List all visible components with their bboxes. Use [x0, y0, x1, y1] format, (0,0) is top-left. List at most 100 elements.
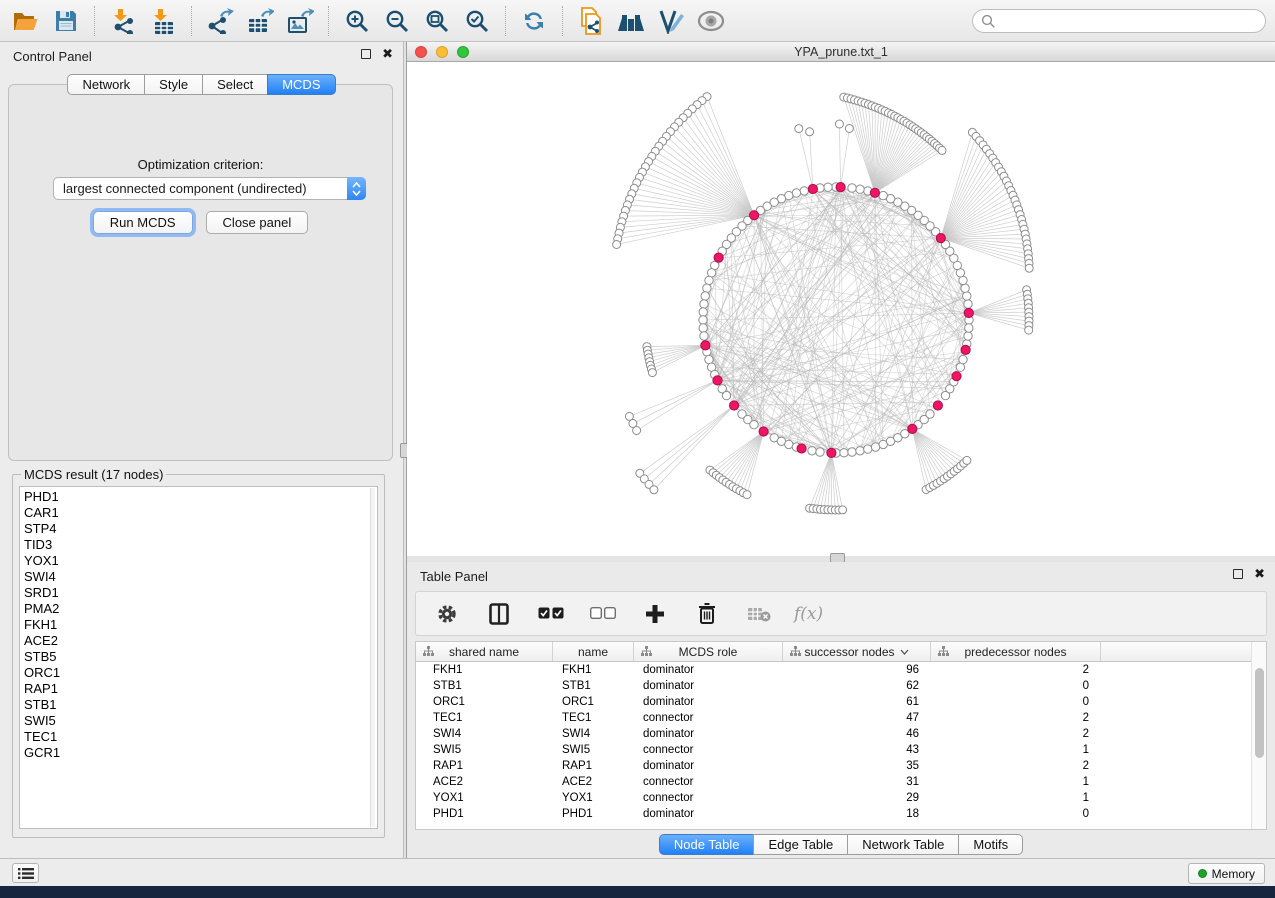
import-network-button[interactable] — [105, 4, 141, 38]
close-panel-icon[interactable]: ✖ — [382, 49, 393, 59]
close-panel-icon[interactable]: ✖ — [1254, 569, 1265, 579]
table-scrollbar[interactable] — [1251, 642, 1266, 829]
tab-style[interactable]: Style — [144, 74, 203, 95]
table-cell: FKH1 — [553, 664, 634, 676]
mcds-result-item[interactable]: SRD1 — [24, 585, 377, 601]
mcds-result-item[interactable]: STP4 — [24, 521, 377, 537]
scrollbar-thumb[interactable] — [1255, 668, 1264, 758]
column-header-predecessor-nodes[interactable]: predecessor nodes — [931, 642, 1101, 661]
close-panel-button[interactable]: Close panel — [206, 211, 309, 234]
table-row[interactable]: PHD1PHD1dominator180 — [416, 806, 1266, 822]
tab-network[interactable]: Network — [67, 74, 145, 95]
search-input[interactable] — [996, 14, 1257, 28]
export-image-button[interactable] — [282, 4, 318, 38]
mcds-result-item[interactable]: SWI4 — [24, 569, 377, 585]
mcds-result-item[interactable]: ACE2 — [24, 633, 377, 649]
mcds-result-item[interactable]: TEC1 — [24, 729, 377, 745]
zoom-fit-button[interactable] — [419, 4, 455, 38]
mcds-result-item[interactable]: PHD1 — [24, 489, 377, 505]
function-builder-icon[interactable]: f(x) — [794, 604, 823, 624]
run-mcds-button[interactable]: Run MCDS — [93, 211, 193, 234]
vizmapper-button[interactable] — [653, 4, 689, 38]
zoom-selected-button[interactable] — [459, 4, 495, 38]
table-panel: Table Panel ✖ — [407, 562, 1275, 858]
table-row[interactable]: FKH1FKH1dominator962 — [416, 662, 1266, 678]
table-cell: 31 — [783, 776, 931, 788]
list-icon — [18, 868, 34, 879]
control-panel-title: Control Panel — [0, 49, 92, 64]
tab-motifs[interactable]: Motifs — [958, 834, 1023, 855]
table-row[interactable]: TEC1TEC1connector472 — [416, 710, 1266, 726]
table-row[interactable]: ACE2ACE2connector311 — [416, 774, 1266, 790]
tab-edge-table[interactable]: Edge Table — [753, 834, 848, 855]
destroy-table-button[interactable] — [744, 597, 774, 631]
open-folder-icon — [12, 9, 40, 33]
table-cell: SWI5 — [553, 744, 634, 756]
result-scrollbar[interactable] — [370, 488, 375, 827]
column-header-MCDS-role[interactable]: MCDS role — [634, 642, 783, 661]
mcds-result-item[interactable]: RAP1 — [24, 681, 377, 697]
zoom-out-button[interactable] — [379, 4, 415, 38]
zoom-in-button[interactable] — [339, 4, 375, 38]
float-panel-icon[interactable] — [361, 49, 371, 59]
table-row[interactable]: STB1STB1dominator620 — [416, 678, 1266, 694]
import-table-button[interactable] — [145, 4, 181, 38]
add-column-button[interactable] — [640, 597, 670, 631]
column-header-name[interactable]: name — [553, 642, 634, 661]
mcds-result-item[interactable]: GCR1 — [24, 745, 377, 761]
column-panel-icon — [491, 604, 508, 623]
first-neighbors-button[interactable] — [613, 4, 649, 38]
table-row[interactable]: YOX1YOX1connector291 — [416, 790, 1266, 806]
mcds-result-item[interactable]: YOX1 — [24, 553, 377, 569]
mcds-result-item[interactable]: STB5 — [24, 649, 377, 665]
optimization-criterion-select[interactable]: largest connected component (undirected) — [53, 177, 366, 200]
table-row[interactable]: ORC1ORC1dominator610 — [416, 694, 1266, 710]
table-cell: ACE2 — [416, 776, 553, 788]
export-network-button[interactable] — [202, 4, 238, 38]
open-file-button[interactable] — [8, 4, 44, 38]
table-row[interactable]: SWI5SWI5connector431 — [416, 742, 1266, 758]
select-all-rows-button[interactable] — [536, 597, 566, 631]
import-table-icon — [154, 9, 173, 34]
delete-column-button[interactable] — [692, 597, 722, 631]
mcds-result-item[interactable]: ORC1 — [24, 665, 377, 681]
mcds-result-item[interactable]: FKH1 — [24, 617, 377, 633]
mcds-result-item[interactable]: TID3 — [24, 537, 377, 553]
column-header-successor-nodes[interactable]: successor nodes — [783, 642, 931, 661]
memory-button[interactable]: Memory — [1188, 863, 1265, 884]
eye-icon — [699, 12, 723, 30]
table-cell: 0 — [931, 808, 1101, 820]
show-column-button[interactable] — [484, 597, 514, 631]
table-row[interactable]: SWI4SWI4dominator462 — [416, 726, 1266, 742]
export-image-icon — [289, 8, 314, 32]
deselect-all-icon — [591, 608, 616, 619]
table-column-icon — [423, 646, 434, 657]
deselect-all-rows-button[interactable] — [588, 597, 618, 631]
float-panel-icon[interactable] — [1233, 569, 1243, 579]
tab-node-table[interactable]: Node Table — [659, 834, 755, 855]
tab-network-table[interactable]: Network Table — [847, 834, 959, 855]
mcds-result-item[interactable]: SWI5 — [24, 713, 377, 729]
export-table-button[interactable] — [242, 4, 278, 38]
column-header-shared-name[interactable]: shared name — [416, 642, 553, 661]
sort-chevron-icon — [900, 649, 909, 655]
toolbar-separator — [562, 6, 563, 36]
tab-mcds[interactable]: MCDS — [267, 74, 335, 95]
mcds-result-item[interactable]: STB1 — [24, 697, 377, 713]
show-panels-button[interactable] — [12, 863, 39, 883]
table-row[interactable]: RAP1RAP1dominator352 — [416, 758, 1266, 774]
refresh-view-button[interactable] — [516, 4, 552, 38]
tab-select[interactable]: Select — [202, 74, 268, 95]
mcds-result-item[interactable]: CAR1 — [24, 505, 377, 521]
control-panel-header: Control Panel ✖ — [0, 42, 403, 70]
save-icon — [54, 9, 78, 33]
table-options-button[interactable] — [432, 597, 462, 631]
mcds-result-item[interactable]: PMA2 — [24, 601, 377, 617]
show-hide-graphics-button[interactable] — [693, 4, 729, 38]
table-cell: 18 — [783, 808, 931, 820]
toolbar-separator — [191, 6, 192, 36]
network-canvas[interactable] — [407, 62, 1275, 556]
save-session-button[interactable] — [48, 4, 84, 38]
table-cell: FKH1 — [416, 664, 553, 676]
clone-network-button[interactable] — [573, 4, 609, 38]
